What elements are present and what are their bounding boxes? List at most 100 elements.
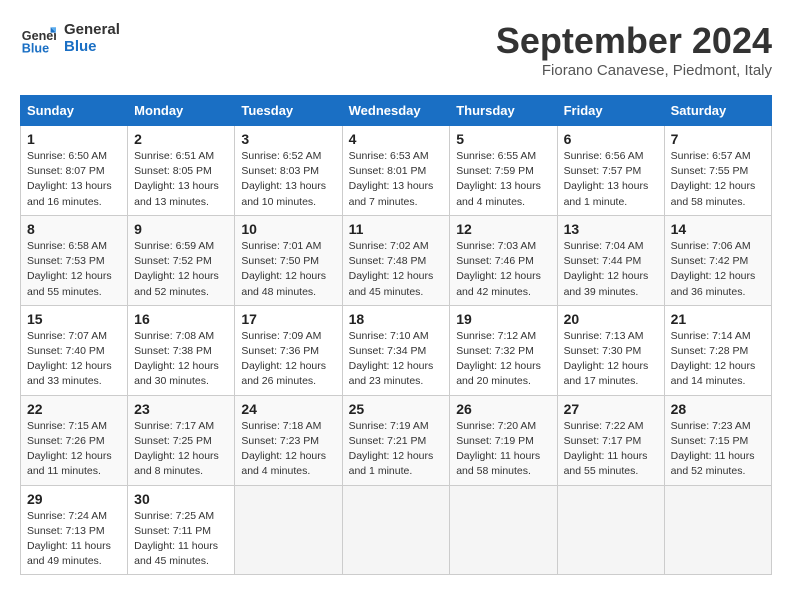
- day-info: Sunrise: 7:09 AM Sunset: 7:36 PM Dayligh…: [241, 329, 335, 390]
- day-number: 4: [349, 131, 444, 147]
- calendar-cell: 30 Sunrise: 7:25 AM Sunset: 7:11 PM Dayli…: [128, 485, 235, 575]
- calendar-cell: 5 Sunrise: 6:55 AM Sunset: 7:59 PM Daylig…: [450, 126, 557, 216]
- calendar-cell: [664, 485, 771, 575]
- calendar-week-3: 15 Sunrise: 7:07 AM Sunset: 7:40 PM Dayli…: [21, 305, 772, 395]
- calendar-cell: 29 Sunrise: 7:24 AM Sunset: 7:13 PM Dayli…: [21, 485, 128, 575]
- calendar-week-4: 22Sunrise: 7:15 AM Sunset: 7:26 PM Dayli…: [21, 395, 772, 485]
- calendar-cell: 6Sunrise: 6:56 AM Sunset: 7:57 PM Daylig…: [557, 126, 664, 216]
- calendar-cell: 15 Sunrise: 7:07 AM Sunset: 7:40 PM Dayli…: [21, 305, 128, 395]
- day-number: 29: [27, 491, 121, 507]
- day-number: 16: [134, 311, 228, 327]
- day-number: 5: [456, 131, 550, 147]
- day-info: Sunrise: 6:51 AM Sunset: 8:05 PM Dayligh…: [134, 149, 228, 210]
- calendar-cell: 22Sunrise: 7:15 AM Sunset: 7:26 PM Dayli…: [21, 395, 128, 485]
- calendar-cell: 1 Sunrise: 6:50 AM Sunset: 8:07 PM Daylig…: [21, 126, 128, 216]
- day-info: Sunrise: 7:25 AM Sunset: 7:11 PM Dayligh…: [134, 509, 228, 570]
- calendar-cell: 26Sunrise: 7:20 AM Sunset: 7:19 PM Dayli…: [450, 395, 557, 485]
- day-number: 27: [564, 401, 658, 417]
- weekday-header-thursday: Thursday: [450, 96, 557, 126]
- day-number: 24: [241, 401, 335, 417]
- day-info: Sunrise: 7:15 AM Sunset: 7:26 PM Dayligh…: [27, 419, 121, 480]
- day-number: 12: [456, 221, 550, 237]
- logo-line2: Blue: [64, 38, 120, 55]
- day-number: 25: [349, 401, 444, 417]
- calendar-cell: 4 Sunrise: 6:53 AM Sunset: 8:01 PM Daylig…: [342, 126, 450, 216]
- day-number: 30: [134, 491, 228, 507]
- logo-icon: General Blue: [20, 20, 56, 56]
- calendar-cell: [235, 485, 342, 575]
- calendar-header-row: SundayMondayTuesdayWednesdayThursdayFrid…: [21, 96, 772, 126]
- calendar-cell: 24 Sunrise: 7:18 AM Sunset: 7:23 PM Dayli…: [235, 395, 342, 485]
- day-number: 18: [349, 311, 444, 327]
- location: Fiorano Canavese, Piedmont, Italy: [496, 62, 772, 79]
- day-info: Sunrise: 6:57 AM Sunset: 7:55 PM Dayligh…: [671, 149, 765, 210]
- calendar-cell: [557, 485, 664, 575]
- day-number: 23: [134, 401, 228, 417]
- day-number: 19: [456, 311, 550, 327]
- calendar-week-2: 8Sunrise: 6:58 AM Sunset: 7:53 PM Daylig…: [21, 215, 772, 305]
- weekday-header-tuesday: Tuesday: [235, 96, 342, 126]
- calendar-cell: 12 Sunrise: 7:03 AM Sunset: 7:46 PM Dayli…: [450, 215, 557, 305]
- day-info: Sunrise: 6:59 AM Sunset: 7:52 PM Dayligh…: [134, 239, 228, 300]
- day-info: Sunrise: 7:22 AM Sunset: 7:17 PM Dayligh…: [564, 419, 658, 480]
- day-number: 3: [241, 131, 335, 147]
- day-info: Sunrise: 6:53 AM Sunset: 8:01 PM Dayligh…: [349, 149, 444, 210]
- day-info: Sunrise: 7:03 AM Sunset: 7:46 PM Dayligh…: [456, 239, 550, 300]
- calendar-cell: 3Sunrise: 6:52 AM Sunset: 8:03 PM Daylig…: [235, 126, 342, 216]
- day-number: 2: [134, 131, 228, 147]
- calendar-week-5: 29 Sunrise: 7:24 AM Sunset: 7:13 PM Dayli…: [21, 485, 772, 575]
- logo: General Blue General Blue: [20, 20, 120, 56]
- calendar-cell: 20 Sunrise: 7:13 AM Sunset: 7:30 PM Dayli…: [557, 305, 664, 395]
- calendar-cell: 16 Sunrise: 7:08 AM Sunset: 7:38 PM Dayli…: [128, 305, 235, 395]
- calendar-cell: 23 Sunrise: 7:17 AM Sunset: 7:25 PM Dayli…: [128, 395, 235, 485]
- calendar-table: SundayMondayTuesdayWednesdayThursdayFrid…: [20, 95, 772, 575]
- day-number: 20: [564, 311, 658, 327]
- title-block: September 2024 Fiorano Canavese, Piedmon…: [496, 20, 772, 79]
- day-info: Sunrise: 6:55 AM Sunset: 7:59 PM Dayligh…: [456, 149, 550, 210]
- day-number: 28: [671, 401, 765, 417]
- calendar-cell: 9Sunrise: 6:59 AM Sunset: 7:52 PM Daylig…: [128, 215, 235, 305]
- calendar-cell: 18 Sunrise: 7:10 AM Sunset: 7:34 PM Dayli…: [342, 305, 450, 395]
- day-number: 14: [671, 221, 765, 237]
- calendar-cell: 7 Sunrise: 6:57 AM Sunset: 7:55 PM Daylig…: [664, 126, 771, 216]
- calendar-cell: 28 Sunrise: 7:23 AM Sunset: 7:15 PM Dayli…: [664, 395, 771, 485]
- day-info: Sunrise: 7:14 AM Sunset: 7:28 PM Dayligh…: [671, 329, 765, 390]
- calendar-cell: 2 Sunrise: 6:51 AM Sunset: 8:05 PM Daylig…: [128, 126, 235, 216]
- day-number: 10: [241, 221, 335, 237]
- day-info: Sunrise: 7:04 AM Sunset: 7:44 PM Dayligh…: [564, 239, 658, 300]
- calendar-cell: 27 Sunrise: 7:22 AM Sunset: 7:17 PM Dayli…: [557, 395, 664, 485]
- calendar-cell: 10 Sunrise: 7:01 AM Sunset: 7:50 PM Dayli…: [235, 215, 342, 305]
- day-info: Sunrise: 6:58 AM Sunset: 7:53 PM Dayligh…: [27, 239, 121, 300]
- day-number: 13: [564, 221, 658, 237]
- day-info: Sunrise: 7:17 AM Sunset: 7:25 PM Dayligh…: [134, 419, 228, 480]
- calendar-cell: [450, 485, 557, 575]
- page-header: General Blue General Blue September 2024…: [20, 20, 772, 79]
- calendar-cell: 13 Sunrise: 7:04 AM Sunset: 7:44 PM Dayli…: [557, 215, 664, 305]
- day-info: Sunrise: 7:20 AM Sunset: 7:19 PM Dayligh…: [456, 419, 550, 480]
- day-info: Sunrise: 7:07 AM Sunset: 7:40 PM Dayligh…: [27, 329, 121, 390]
- day-info: Sunrise: 7:06 AM Sunset: 7:42 PM Dayligh…: [671, 239, 765, 300]
- day-number: 7: [671, 131, 765, 147]
- calendar-cell: 19Sunrise: 7:12 AM Sunset: 7:32 PM Dayli…: [450, 305, 557, 395]
- svg-text:Blue: Blue: [22, 41, 49, 55]
- day-info: Sunrise: 7:23 AM Sunset: 7:15 PM Dayligh…: [671, 419, 765, 480]
- day-info: Sunrise: 7:10 AM Sunset: 7:34 PM Dayligh…: [349, 329, 444, 390]
- day-info: Sunrise: 7:24 AM Sunset: 7:13 PM Dayligh…: [27, 509, 121, 570]
- day-number: 11: [349, 221, 444, 237]
- day-info: Sunrise: 7:08 AM Sunset: 7:38 PM Dayligh…: [134, 329, 228, 390]
- calendar-cell: 21Sunrise: 7:14 AM Sunset: 7:28 PM Dayli…: [664, 305, 771, 395]
- day-info: Sunrise: 6:50 AM Sunset: 8:07 PM Dayligh…: [27, 149, 121, 210]
- calendar-cell: 8Sunrise: 6:58 AM Sunset: 7:53 PM Daylig…: [21, 215, 128, 305]
- day-info: Sunrise: 7:18 AM Sunset: 7:23 PM Dayligh…: [241, 419, 335, 480]
- day-number: 1: [27, 131, 121, 147]
- calendar-body: 1 Sunrise: 6:50 AM Sunset: 8:07 PM Daylig…: [21, 126, 772, 575]
- day-info: Sunrise: 7:01 AM Sunset: 7:50 PM Dayligh…: [241, 239, 335, 300]
- calendar-cell: 25Sunrise: 7:19 AM Sunset: 7:21 PM Dayli…: [342, 395, 450, 485]
- day-number: 6: [564, 131, 658, 147]
- logo-line1: General: [64, 21, 120, 38]
- day-number: 15: [27, 311, 121, 327]
- calendar-cell: 17Sunrise: 7:09 AM Sunset: 7:36 PM Dayli…: [235, 305, 342, 395]
- calendar-week-1: 1 Sunrise: 6:50 AM Sunset: 8:07 PM Daylig…: [21, 126, 772, 216]
- calendar-cell: 14 Sunrise: 7:06 AM Sunset: 7:42 PM Dayli…: [664, 215, 771, 305]
- day-info: Sunrise: 7:13 AM Sunset: 7:30 PM Dayligh…: [564, 329, 658, 390]
